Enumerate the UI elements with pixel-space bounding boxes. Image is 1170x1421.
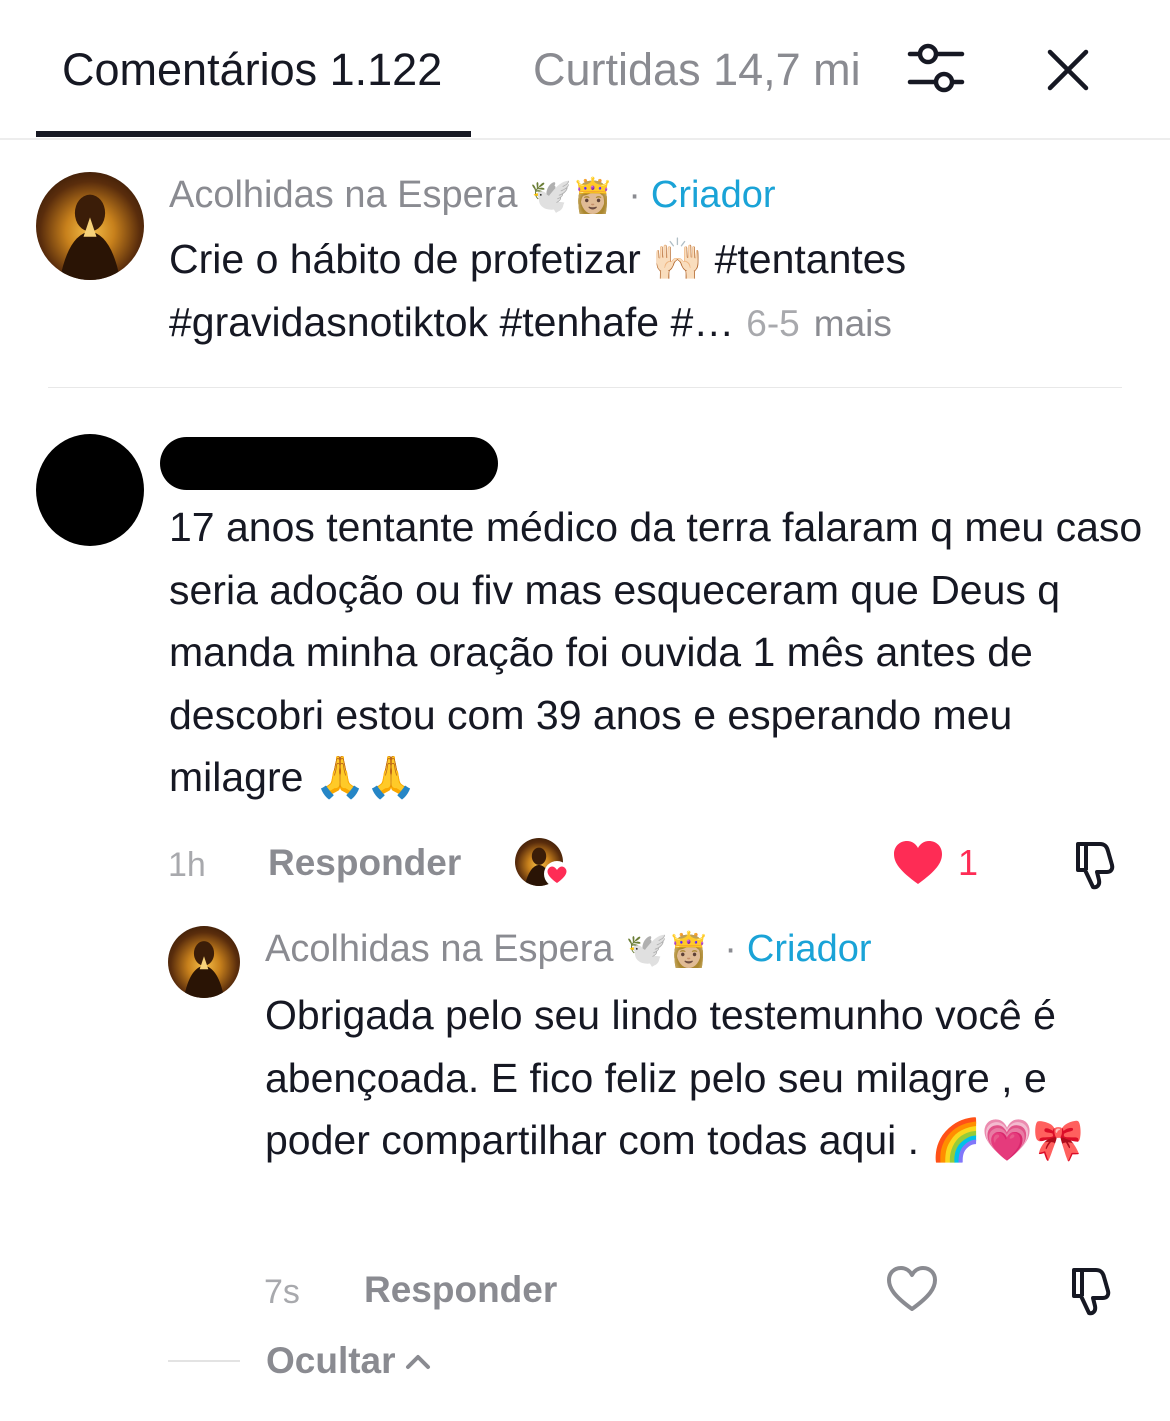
chevron-up-icon [405,1355,430,1369]
close-icon[interactable] [1044,46,1092,94]
caption-date: 6-5 [746,302,800,344]
creator-badge: Criador [746,928,872,970]
hide-divider-line [168,1360,240,1362]
reply-label: Responder [364,1269,558,1310]
tab-likes[interactable]: Curtidas 14,7 mi [533,44,861,96]
comment-like-count: 1 [958,842,979,883]
reply-label: Responder [268,842,462,883]
reply-text: Obrigada pelo seu lindo testemunho você … [265,992,1084,1163]
comments-header: Comentários 1.122 Curtidas 14,7 mi [0,0,1170,140]
caption-text-block: Crie o hábito de profetizar 🙌🏻 #tentante… [169,228,1129,355]
commenter-avatar[interactable] [36,434,144,546]
comment-reply-button[interactable]: Responder [268,842,461,884]
thumbs-down-icon[interactable] [1070,838,1122,895]
redacted-username [160,437,498,490]
divider [48,387,1122,388]
sliders-icon[interactable] [906,42,966,94]
reply-time: 7s [264,1270,300,1312]
reply-timestamp: 7s [264,1273,300,1311]
heart-outline-icon[interactable] [886,1266,938,1317]
caption-author-emoji: 🕊️👸🏼 [529,176,615,215]
heart-badge-icon [543,861,571,887]
tab-comments[interactable]: Comentários 1.122 [62,44,442,96]
caption-more-link[interactable]: mais [814,303,892,344]
creator-badge: Criador [650,174,776,216]
separator-dot: · [724,928,737,970]
reply-reply-button[interactable]: Responder [364,1269,557,1311]
reply-author-emoji: 🕊️👸🏼 [625,930,711,969]
reply-author-row: Acolhidas na Espera 🕊️👸🏼 · Criador [265,928,872,971]
creator-avatar[interactable] [36,172,144,280]
reply-author-name[interactable]: Acolhidas na Espera [265,928,614,971]
comment-timestamp: 1h [168,846,206,884]
comment-time: 1h [168,843,206,885]
hide-replies-button[interactable]: Ocultar [168,1340,432,1382]
active-tab-indicator [36,131,471,137]
separator-dot: · [628,174,641,216]
thumbs-down-icon[interactable] [1066,1264,1118,1321]
reply-creator-avatar[interactable] [168,926,240,998]
comment-like-button[interactable]: 1 [892,840,978,886]
caption-author-row: Acolhidas na Espera 🕊️👸🏼 · Criador [169,174,776,217]
heart-filled-icon [894,841,942,884]
comment-text: 17 anos tentante médico da terra falaram… [169,504,1143,800]
caption-author-name[interactable]: Acolhidas na Espera [169,174,518,217]
hide-label: Ocultar [266,1340,396,1381]
